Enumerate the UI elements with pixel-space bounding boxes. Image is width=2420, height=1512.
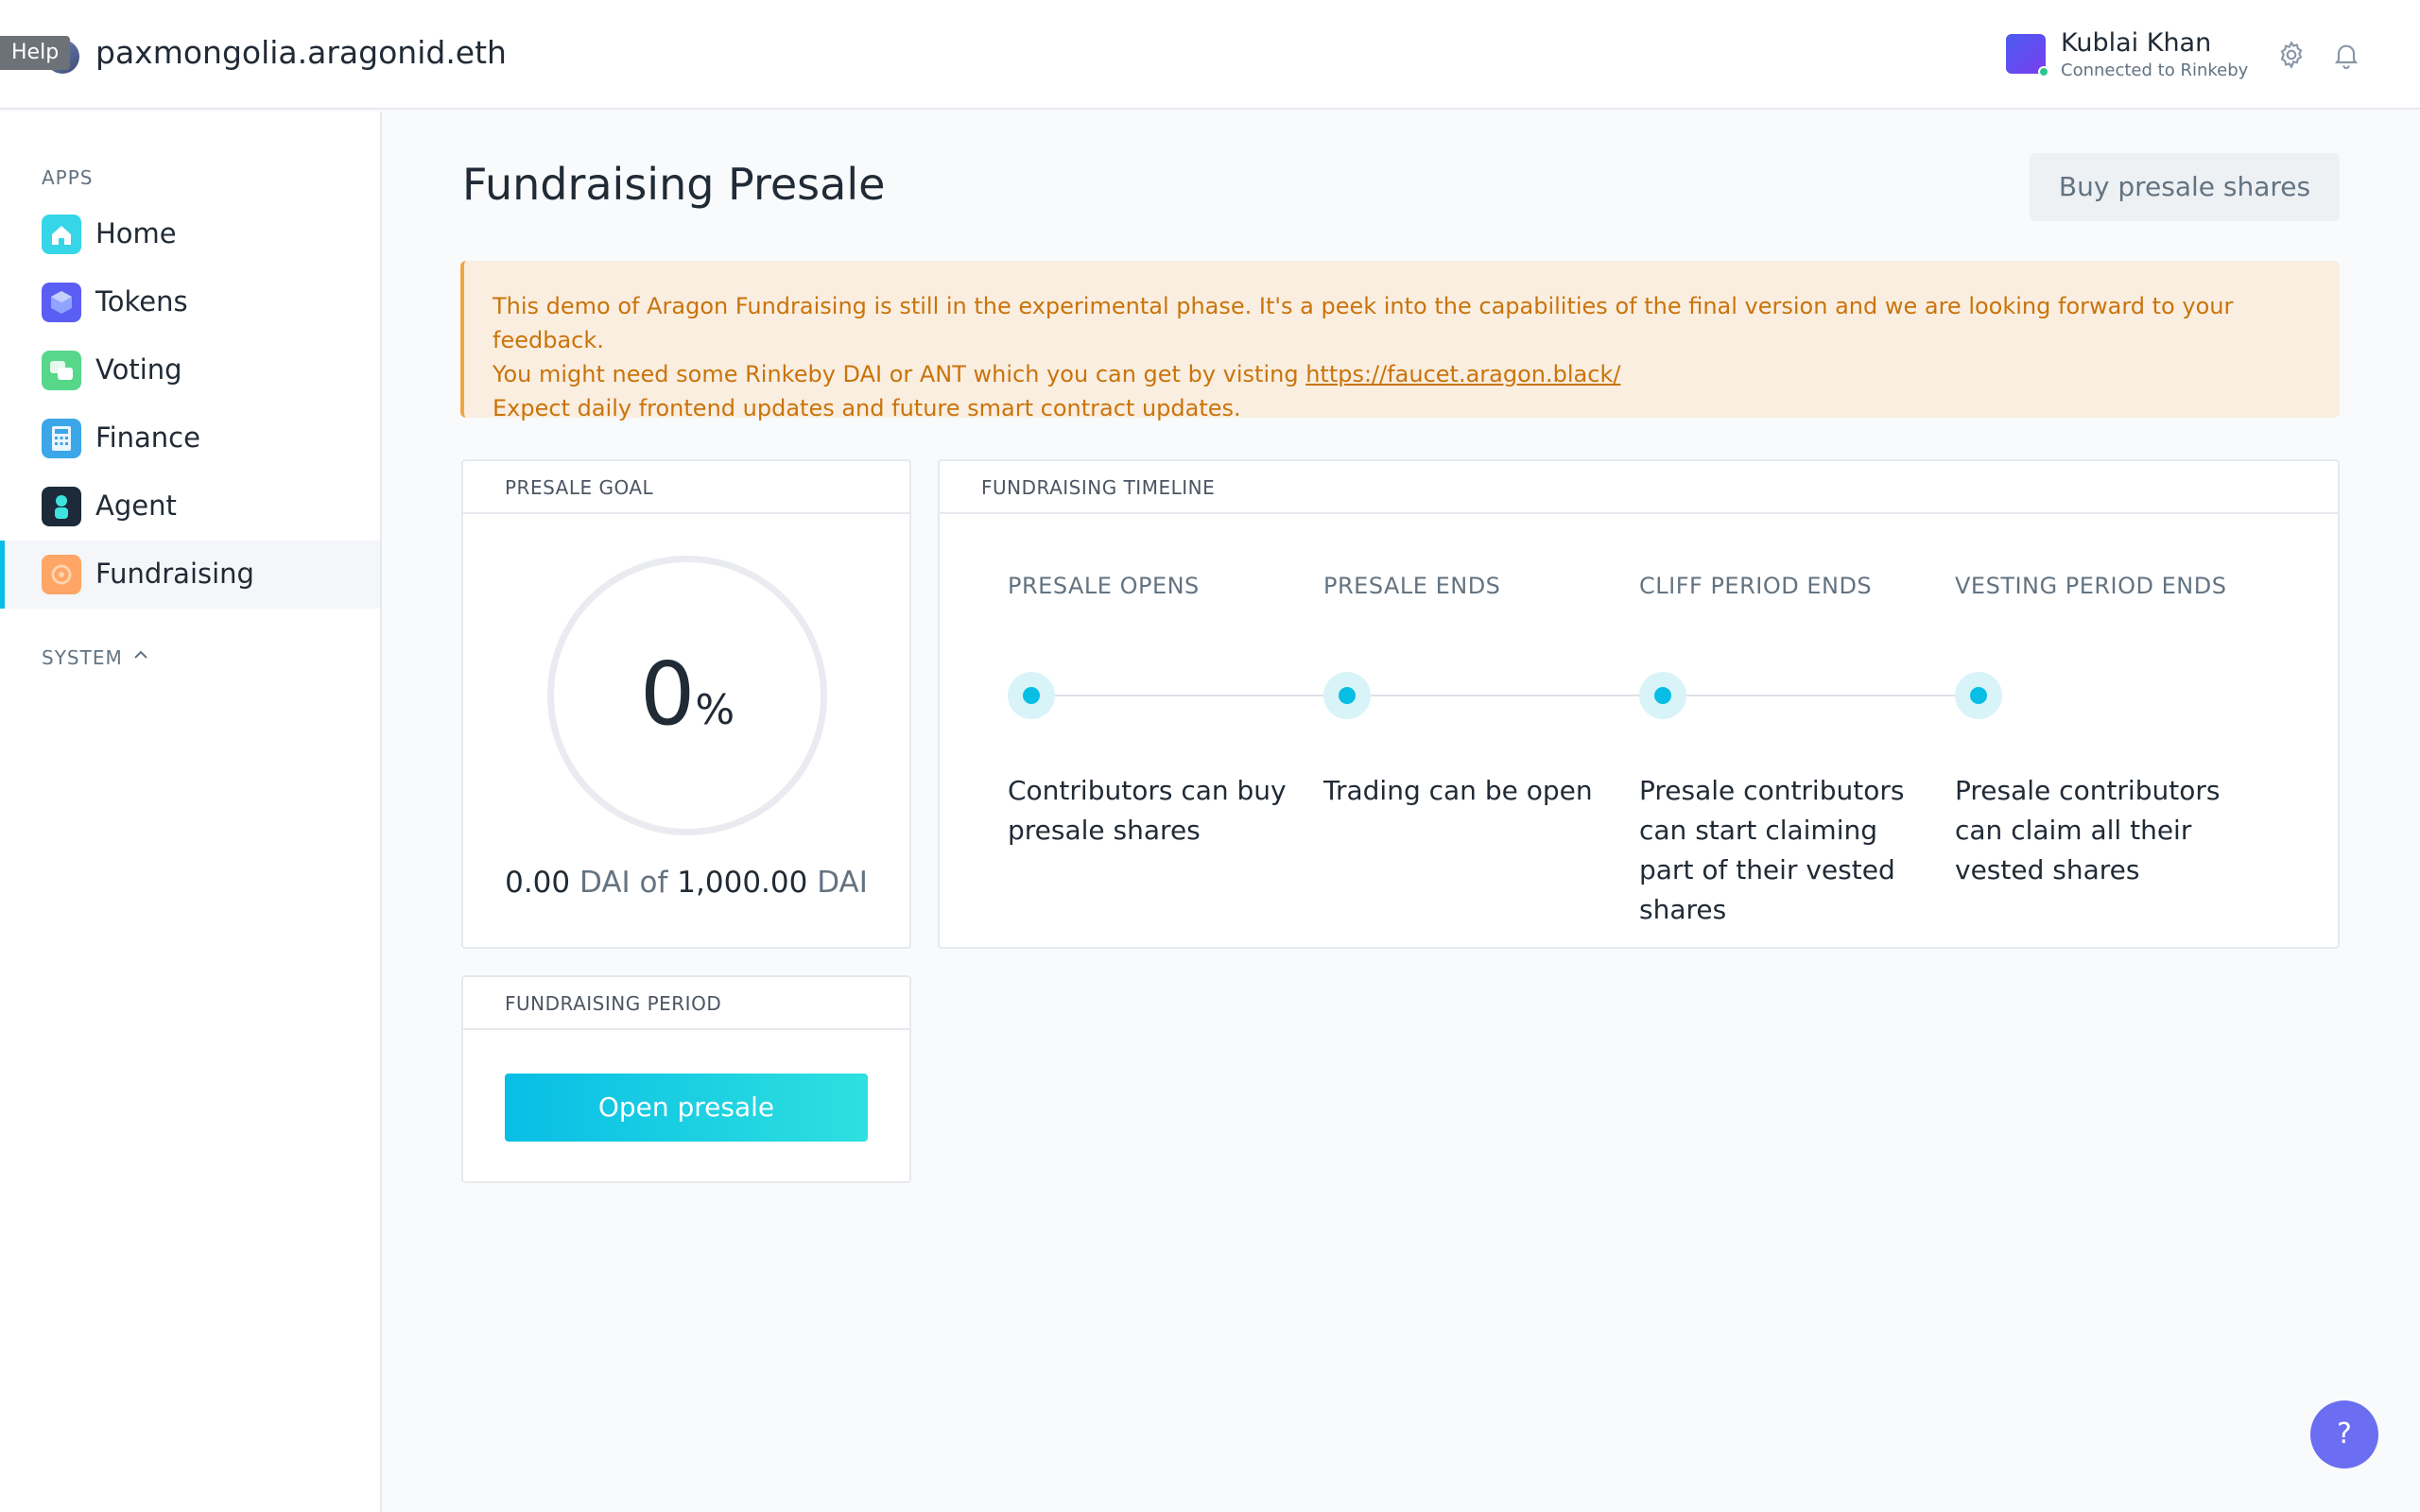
- card-title: PRESALE GOAL: [505, 476, 654, 499]
- timeline-step-label: PRESALE ENDS: [1323, 573, 1501, 599]
- of-text: of: [639, 866, 668, 900]
- help-button[interactable]: ?: [2310, 1400, 2378, 1469]
- timeline-marker-icon: [1970, 687, 1987, 704]
- connection-status-icon: [2038, 66, 2049, 77]
- sidebar-item-finance[interactable]: Finance: [0, 404, 380, 472]
- goal-percent-symbol: %: [695, 686, 735, 734]
- notice-line-2: You might need some Rinkeby DAI or ANT w…: [493, 357, 2340, 391]
- timeline-marker-icon: [1654, 687, 1671, 704]
- sidebar-item-agent[interactable]: Agent: [0, 472, 380, 541]
- timeline-step-vesting-period-ends: VESTING PERIOD ENDS Presale contributors…: [1955, 461, 2238, 915]
- timeline-step-label: VESTING PERIOD ENDS: [1955, 573, 2227, 599]
- timeline-step-presale-ends: PRESALE ENDS Trading can be open: [1323, 461, 1607, 915]
- goal-amount: 0.00 DAI of 1,000.00 DAI: [463, 866, 909, 900]
- finance-icon: [42, 419, 81, 458]
- sidebar-item-label: Finance: [95, 421, 200, 454]
- fundraising-timeline-card: FUNDRAISING TIMELINE PRESALE OPENS Contr…: [938, 459, 2340, 949]
- sidebar-item-voting[interactable]: Voting: [0, 336, 380, 404]
- page-title: Fundraising Presale: [462, 159, 886, 210]
- help-tag[interactable]: Help: [0, 36, 71, 70]
- card-header: PRESALE GOAL: [463, 461, 909, 514]
- system-section-title[interactable]: SYSTEM: [42, 646, 123, 669]
- fundraising-icon: [42, 555, 81, 594]
- timeline-step-presale-opens: PRESALE OPENS Contributors can buy presa…: [1008, 461, 1291, 915]
- user-network-status: Connected to Rinkeby: [2061, 60, 2249, 80]
- timeline-step-description: Presale contributors can claim all their…: [1955, 775, 2221, 885]
- goal-progress-ring: 0%: [547, 556, 827, 835]
- sidebar-item-home[interactable]: Home: [0, 200, 380, 268]
- sidebar-item-label: Tokens: [95, 285, 188, 318]
- buy-presale-shares-button[interactable]: Buy presale shares: [2030, 153, 2340, 221]
- raised-amount: 0.00: [505, 866, 571, 900]
- sidebar-item-label: Voting: [95, 353, 182, 386]
- timeline-step-description: Trading can be open: [1323, 775, 1593, 806]
- target-amount: 1,000.00: [677, 866, 808, 900]
- card-header: FUNDRAISING PERIOD: [463, 977, 909, 1030]
- voting-icon: [42, 351, 81, 390]
- bell-icon[interactable]: [2331, 40, 2361, 70]
- org-name[interactable]: paxmongolia.aragonid.eth: [95, 34, 507, 71]
- card-title: FUNDRAISING PERIOD: [505, 992, 722, 1015]
- notice-line-3: Expect daily frontend updates and future…: [493, 395, 1241, 421]
- sidebar-item-label: Fundraising: [95, 558, 254, 590]
- tokens-icon: [42, 283, 81, 322]
- target-currency: DAI: [817, 866, 868, 900]
- notice-line-1: This demo of Aragon Fundraising is still…: [493, 293, 2234, 353]
- presale-goal-card: PRESALE GOAL 0% 0.00 DAI of 1,000.00 DAI: [461, 459, 911, 949]
- open-presale-button[interactable]: Open presale: [505, 1074, 868, 1142]
- timeline-step-cliff-period-ends: CLIFF PERIOD ENDS Presale contributors c…: [1639, 461, 1923, 925]
- user-name[interactable]: Kublai Khan: [2061, 28, 2211, 58]
- timeline-marker-icon: [1023, 687, 1040, 704]
- top-bar: Help paxmongolia.aragonid.eth Kublai Kha…: [0, 0, 2420, 110]
- sidebar-item-label: Agent: [95, 490, 177, 522]
- gear-icon[interactable]: [2276, 40, 2307, 70]
- chevron-up-icon[interactable]: [132, 646, 149, 663]
- timeline-step-label: PRESALE OPENS: [1008, 573, 1200, 599]
- raised-currency: DAI: [579, 866, 631, 900]
- home-icon: [42, 215, 81, 254]
- faucet-link[interactable]: https://faucet.aragon.black/: [1305, 361, 1620, 387]
- agent-icon: [42, 487, 81, 526]
- timeline-step-description: Presale contributors can start claiming …: [1639, 775, 1905, 925]
- goal-percent-value: 0: [639, 644, 696, 745]
- timeline-step-description: Contributors can buy presale shares: [1008, 775, 1287, 846]
- timeline-step-label: CLIFF PERIOD ENDS: [1639, 573, 1873, 599]
- timeline-marker-icon: [1339, 687, 1356, 704]
- notice-line-2-text: You might need some Rinkeby DAI or ANT w…: [493, 361, 1306, 387]
- fundraising-period-card: FUNDRAISING PERIOD Open presale: [461, 975, 911, 1183]
- sidebar: APPS Home Tokens Voting Finance Agent Fu…: [0, 112, 382, 1512]
- goal-percentage: 0%: [554, 644, 821, 745]
- sidebar-item-tokens[interactable]: Tokens: [0, 268, 380, 336]
- sidebar-item-label: Home: [95, 217, 177, 249]
- apps-section-title: APPS: [42, 166, 94, 189]
- experimental-notice: This demo of Aragon Fundraising is still…: [460, 261, 2340, 421]
- sidebar-item-fundraising[interactable]: Fundraising: [0, 541, 380, 609]
